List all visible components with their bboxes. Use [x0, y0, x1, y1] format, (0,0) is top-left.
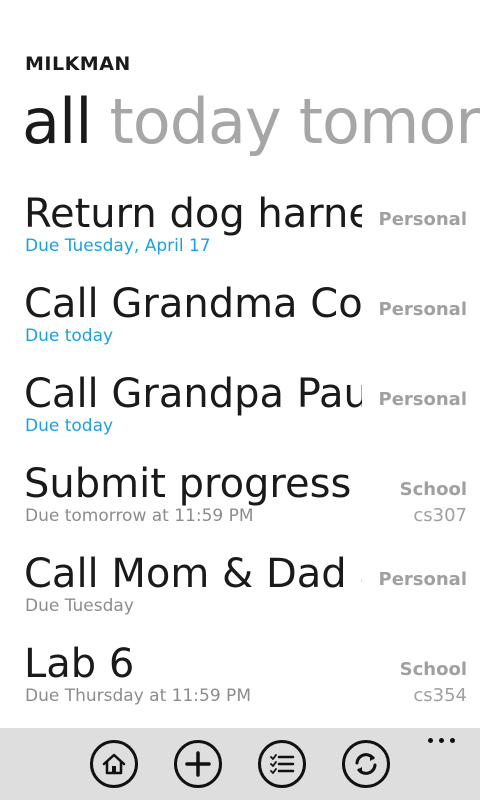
list-icon: [270, 754, 295, 774]
task-title: Lab 6: [24, 641, 135, 687]
task-list-name: Personal: [378, 209, 468, 230]
task-list: Return dog harness Due Tuesday, April 17…: [0, 185, 480, 725]
home-button[interactable]: [90, 740, 138, 788]
task-due: Due Tuesday: [25, 596, 134, 616]
task-due: Due Tuesday, April 17: [25, 236, 211, 256]
app-screen: MILKMAN alltodaytomorrow Return dog harn…: [0, 0, 480, 800]
tab-all[interactable]: all: [22, 82, 92, 162]
task-list-name: School: [399, 659, 467, 680]
application-bar: [0, 728, 480, 800]
task-title: Call Grandma Connie: [24, 281, 362, 327]
add-task-button[interactable]: [174, 740, 222, 788]
task-item[interactable]: Call Mom & Dad about Due Tuesday Persona…: [0, 545, 480, 635]
sync-button[interactable]: [342, 740, 390, 788]
task-list-name: Personal: [378, 389, 468, 410]
task-item[interactable]: Lab 6 Due Thursday at 11:59 PM School cs…: [0, 635, 480, 725]
task-item[interactable]: Call Grandpa Paul Due today Personal: [0, 365, 480, 455]
task-due: Due Thursday at 11:59 PM: [25, 686, 251, 706]
task-title: Call Grandpa Paul: [24, 371, 362, 417]
sync-icon: [355, 753, 377, 775]
task-tag: cs307: [413, 505, 467, 526]
task-due: Due today: [25, 416, 114, 436]
task-due: Due tomorrow at 11:59 PM: [25, 506, 254, 526]
lists-button[interactable]: [258, 740, 306, 788]
task-tag: cs354: [413, 685, 467, 706]
task-title: Submit progress report: [24, 461, 362, 507]
add-icon: [185, 751, 211, 777]
more-dots-icon[interactable]: [428, 736, 458, 746]
task-list-name: Personal: [378, 569, 468, 590]
task-item[interactable]: Return dog harness Due Tuesday, April 17…: [0, 185, 480, 275]
app-title: MILKMAN: [25, 53, 131, 75]
task-title: Call Mom & Dad about: [24, 551, 362, 597]
home-icon: [102, 753, 126, 775]
task-list-name: School: [399, 479, 467, 500]
task-item[interactable]: Submit progress report Due tomorrow at 1…: [0, 455, 480, 545]
task-title: Return dog harness: [24, 191, 362, 237]
task-due: Due today: [25, 326, 114, 346]
task-list-name: Personal: [378, 299, 468, 320]
tab-tomorrow[interactable]: tomorrow: [299, 82, 480, 162]
pivot-header: alltodaytomorrow: [22, 82, 480, 162]
tab-today[interactable]: today: [109, 82, 281, 162]
task-item[interactable]: Call Grandma Connie Due today Personal: [0, 275, 480, 365]
